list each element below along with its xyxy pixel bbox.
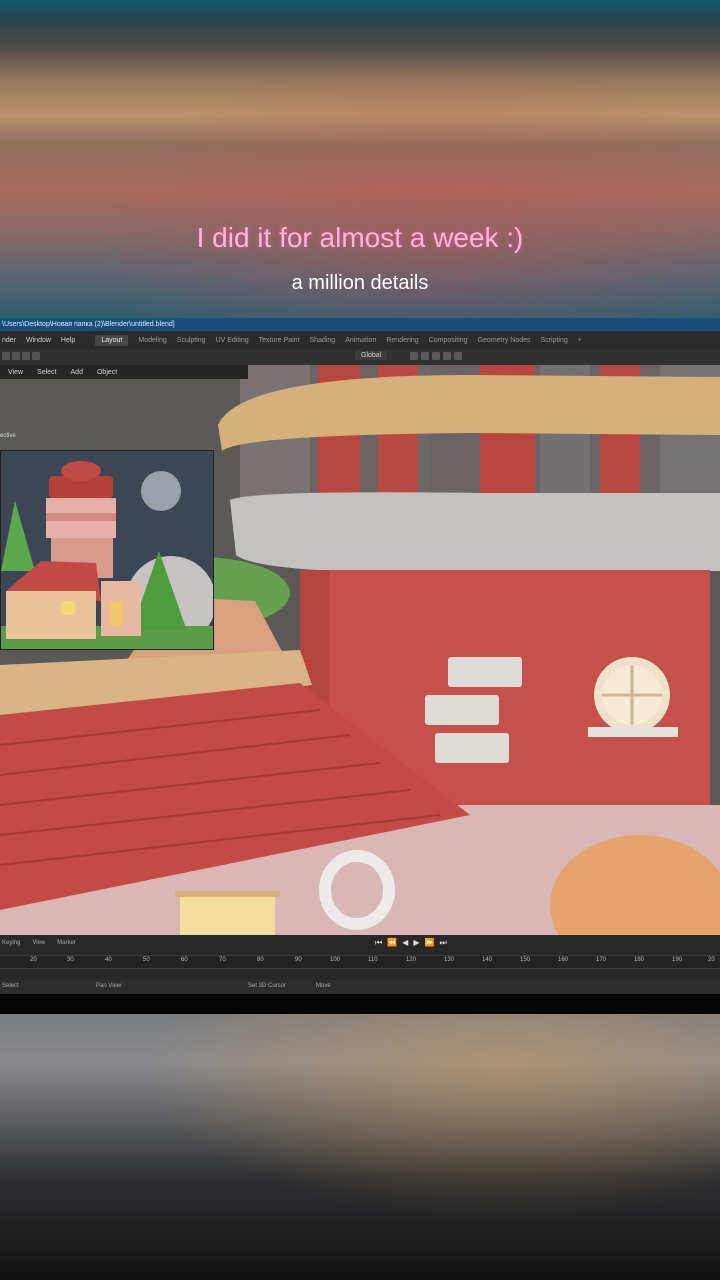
ruler-tick: 110 (368, 957, 378, 963)
tab-compositing[interactable]: Compositing (429, 337, 468, 344)
blurred-background-bottom (0, 1014, 720, 1280)
ruler-tick: 90 (295, 957, 302, 963)
timeline-menu-keying[interactable]: Keying (2, 940, 20, 946)
viewport-menu-object[interactable]: Object (97, 369, 117, 376)
timeline-editor: Keying View Marker ⏮ ⏪ ◀ ▶ ⏩ ⏭ 20 30 40 … (0, 935, 720, 985)
timeline-header: Keying View Marker (0, 937, 720, 949)
viewport-header: View Select Add Object (0, 365, 248, 379)
ruler-tick: 120 (406, 957, 417, 963)
window-titlebar: \Users\Desktop\Новая папка (2)\Blender\u… (0, 318, 720, 331)
viewport-menu-add[interactable]: Add (71, 369, 83, 376)
jump-start-icon[interactable]: ⏮ (375, 938, 382, 948)
status-select: Select (2, 983, 19, 989)
jump-end-icon[interactable]: ⏭ (439, 938, 446, 948)
menu-help[interactable]: Help (61, 337, 75, 344)
3d-viewport[interactable]: View Select Add Object ective (0, 365, 720, 935)
add-workspace-button[interactable]: + (578, 337, 582, 344)
ruler-tick: 130 (444, 957, 455, 963)
frame-ruler[interactable]: 20 30 40 50 60 70 80 90 100 110 120 130 … (0, 955, 720, 969)
menu-window[interactable]: Window (26, 337, 51, 344)
status-pan-view: Pan View (96, 983, 122, 989)
ruler-tick: 190 (672, 957, 683, 963)
ruler-tick: 100 (330, 957, 341, 963)
ruler-tick: 170 (596, 957, 607, 963)
ruler-tick: 70 (219, 957, 226, 963)
ruler-tick: 80 (257, 957, 264, 963)
tab-scripting[interactable]: Scripting (541, 337, 568, 344)
ruler-tick: 180 (634, 957, 645, 963)
tab-texture-paint[interactable]: Texture Paint (259, 337, 300, 344)
status-set-3d-cursor: Set 3D Cursor (248, 983, 287, 989)
letterbox-bar (0, 994, 720, 1014)
play-reverse-icon[interactable]: ◀ (402, 938, 408, 948)
play-icon[interactable]: ▶ (413, 938, 419, 948)
tab-animation[interactable]: Animation (345, 337, 376, 344)
select-mode-buttons[interactable] (2, 352, 40, 362)
ruler-tick: 40 (105, 957, 112, 963)
viewport-menu-select[interactable]: Select (37, 369, 56, 376)
ruler-tick: 150 (520, 957, 531, 963)
ruler-tick: 20 (30, 957, 37, 963)
tab-rendering[interactable]: Rendering (386, 337, 418, 344)
viewport-menu-view[interactable]: View (8, 369, 23, 376)
tab-sculpting[interactable]: Sculpting (177, 337, 206, 344)
prev-keyframe-icon[interactable]: ⏪ (387, 938, 397, 948)
ruler-tick: 160 (558, 957, 569, 963)
reference-image-panel (0, 450, 214, 650)
ruler-tick: 50 (143, 957, 150, 963)
caption-subtitle: a million details (291, 272, 429, 294)
transform-orientation-dropdown[interactable]: Global (355, 351, 388, 360)
caption-title: I did it for almost a week :) (196, 222, 524, 253)
ruler-tick: 140 (482, 957, 493, 963)
tab-geometry-nodes[interactable]: Geometry Nodes (478, 337, 531, 344)
ruler-tick: 20 (708, 957, 715, 963)
top-menubar: nder Window Help Layout Modeling Sculpti… (0, 331, 720, 349)
blurred-background-top (0, 0, 720, 318)
status-bar: Select Pan View Set 3D Cursor Move (0, 980, 720, 994)
reference-render (1, 451, 213, 649)
ruler-tick: 60 (181, 957, 188, 963)
status-move: Move (316, 983, 331, 989)
tab-modeling[interactable]: Modeling (138, 337, 166, 344)
tab-uv-editing[interactable]: UV Editing (216, 337, 249, 344)
playback-controls: ⏮ ⏪ ◀ ▶ ⏩ ⏭ (375, 938, 447, 948)
timeline-menu-marker[interactable]: Marker (57, 940, 76, 946)
tab-shading[interactable]: Shading (310, 337, 336, 344)
timeline-menu-view[interactable]: View (32, 940, 45, 946)
ruler-tick: 30 (67, 957, 74, 963)
tab-layout[interactable]: Layout (95, 334, 129, 346)
next-keyframe-icon[interactable]: ⏩ (424, 938, 434, 948)
viewport-toolbar: Global (0, 349, 720, 365)
perspective-label: ective (0, 433, 16, 439)
menu-render[interactable]: nder (2, 337, 16, 344)
snap-toggle-icons[interactable] (410, 352, 462, 360)
blender-window: \Users\Desktop\Новая папка (2)\Blender\u… (0, 318, 720, 1014)
